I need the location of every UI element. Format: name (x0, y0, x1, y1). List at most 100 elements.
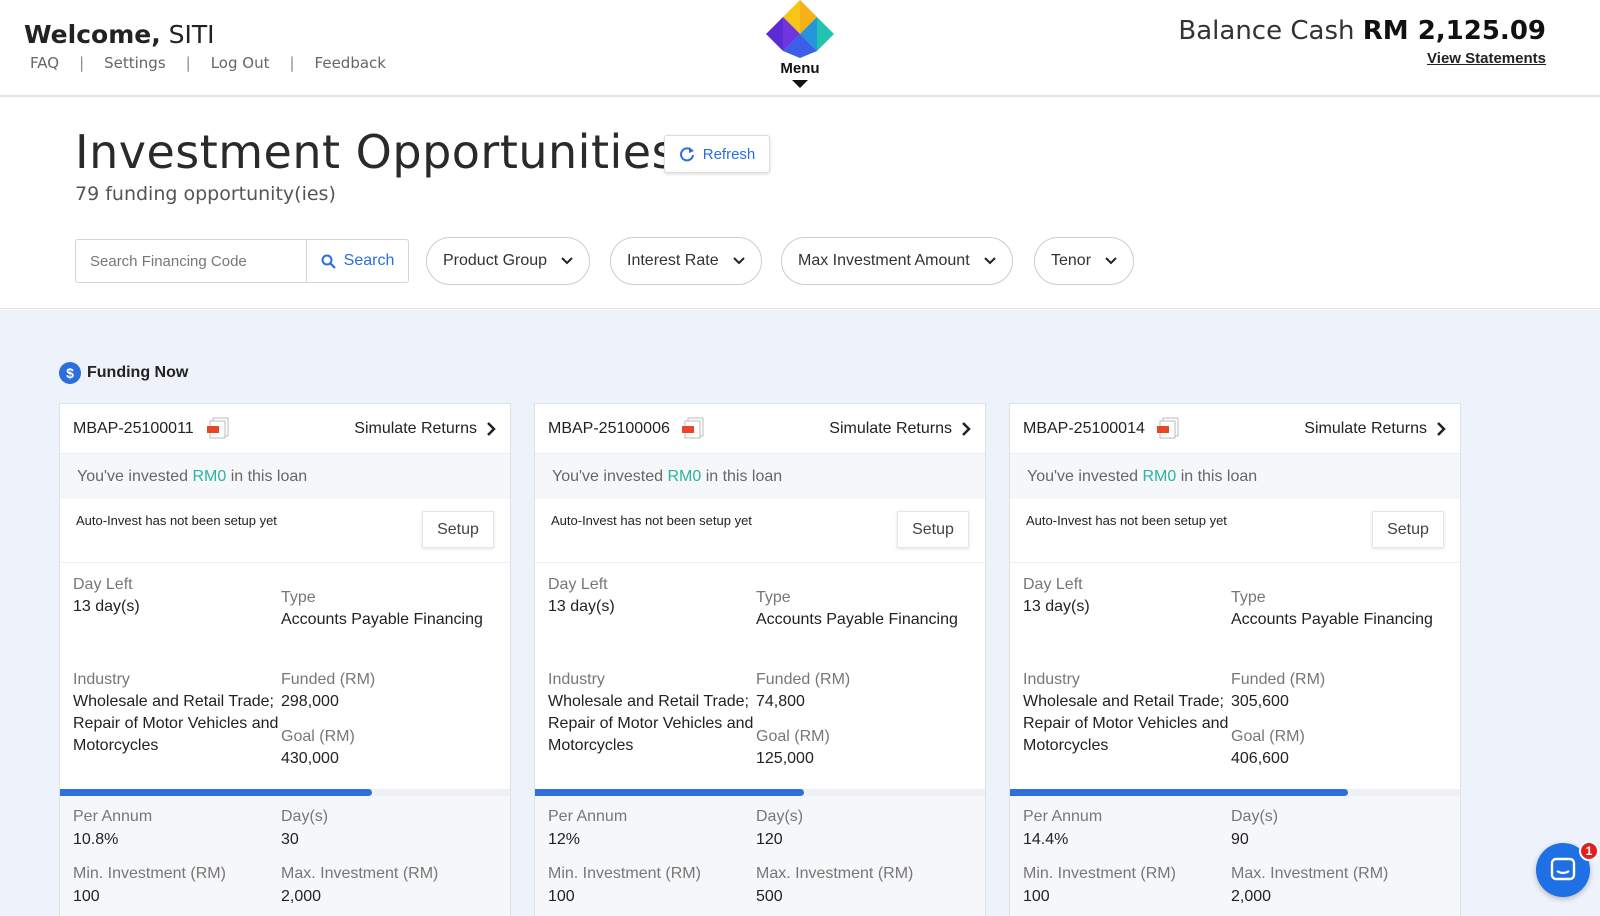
day-left-label: Day Left (1023, 576, 1083, 593)
auto-invest-status: Auto-Invest has not been setup yet (1026, 513, 1227, 528)
simulate-label: Simulate Returns (354, 420, 477, 437)
invested-prefix: You've invested (552, 468, 663, 485)
industry-label: Industry (73, 671, 130, 688)
refresh-icon (679, 147, 694, 162)
page-title: Investment Opportunities (75, 125, 677, 179)
day-left-value: 13 day(s) (73, 598, 140, 615)
filter-tenor[interactable]: Tenor (1034, 237, 1135, 285)
type-value: Accounts Payable Financing (1231, 611, 1433, 628)
min-investment-label: Min. Investment (RM) (73, 865, 226, 882)
filter-label: Product Group (443, 252, 548, 269)
industry-value: Wholesale and Retail Trade; Repair of Mo… (1023, 693, 1229, 754)
filter-label: Tenor (1051, 252, 1092, 269)
filter-max-investment-amount[interactable]: Max Investment Amount (781, 237, 1013, 285)
type-label: Type (281, 589, 316, 606)
day-left-value: 13 day(s) (1023, 598, 1090, 615)
funded-label: Funded (RM) (281, 671, 376, 688)
setup-button[interactable]: Setup (1372, 511, 1444, 548)
chevron-down-icon (983, 257, 996, 265)
faq-link[interactable]: FAQ (24, 54, 65, 72)
invested-suffix: in this loan (705, 468, 783, 485)
link-separator: | (79, 54, 85, 72)
min-investment-label: Min. Investment (RM) (548, 865, 701, 882)
pdf-icon[interactable] (681, 417, 705, 439)
feedback-link[interactable]: Feedback (309, 54, 392, 72)
setup-button[interactable]: Setup (422, 511, 494, 548)
max-investment-value: 2,000 (1231, 888, 1272, 905)
card-terms: Per Annum 12% Day(s) 120 Min. Investment… (535, 796, 985, 916)
card-terms: Per Annum 14.4% Day(s) 90 Min. Investmen… (1010, 796, 1460, 916)
min-investment-value: 100 (73, 888, 100, 905)
simulate-returns-link[interactable]: Simulate Returns (1304, 420, 1446, 438)
simulate-returns-link[interactable]: Simulate Returns (829, 420, 971, 438)
days-label: Day(s) (756, 808, 804, 825)
setup-button[interactable]: Setup (897, 511, 969, 548)
card-header: MBAP-25100014 Simulate Returns (1010, 404, 1460, 454)
search-button[interactable]: Search (307, 240, 408, 282)
refresh-label: Refresh (702, 145, 756, 163)
per-annum-value: 10.8% (73, 831, 119, 848)
filter-label: Interest Rate (627, 252, 719, 269)
link-separator: | (289, 54, 295, 72)
view-statements-link[interactable]: View Statements (1427, 50, 1546, 67)
balance-amount: RM 2,125.09 (1362, 16, 1546, 46)
menu-button[interactable]: Menu (765, 0, 835, 92)
max-investment-value: 2,000 (281, 888, 322, 905)
settings-link[interactable]: Settings (98, 54, 172, 72)
simulate-returns-link[interactable]: Simulate Returns (354, 420, 496, 438)
search-box: Search (75, 239, 409, 283)
funded-label: Funded (RM) (1231, 671, 1326, 688)
min-investment-value: 100 (1023, 888, 1050, 905)
type-value: Accounts Payable Financing (281, 611, 483, 628)
days-value: 30 (281, 831, 299, 848)
funded-value: 298,000 (281, 693, 339, 710)
card-terms: Per Annum 10.8% Day(s) 30 Min. Investmen… (60, 796, 510, 916)
search-input[interactable] (76, 240, 307, 282)
opportunity-card: MBAP-25100014 Simulate Returns You've in… (1009, 403, 1461, 916)
funding-progress-bar (535, 789, 985, 796)
goal-label: Goal (RM) (281, 728, 355, 745)
goal-label: Goal (RM) (1231, 728, 1305, 745)
min-investment-label: Min. Investment (RM) (1023, 865, 1176, 882)
pdf-icon[interactable] (1156, 417, 1180, 439)
filter-interest-rate[interactable]: Interest Rate (610, 237, 762, 285)
day-left-value: 13 day(s) (548, 598, 615, 615)
top-links: FAQ | Settings | Log Out | Feedback (24, 54, 392, 72)
refresh-button[interactable]: Refresh (664, 135, 770, 173)
link-separator: | (185, 54, 191, 72)
auto-invest-status: Auto-Invest has not been setup yet (551, 513, 752, 528)
invested-prefix: You've invested (1027, 468, 1138, 485)
auto-invest-status: Auto-Invest has not been setup yet (76, 513, 277, 528)
type-label: Type (1231, 589, 1266, 606)
dollar-icon: $ (59, 362, 81, 384)
per-annum-label: Per Annum (73, 808, 153, 825)
industry-value: Wholesale and Retail Trade; Repair of Mo… (73, 693, 279, 754)
min-investment-value: 100 (548, 888, 575, 905)
per-annum-label: Per Annum (548, 808, 628, 825)
days-value: 120 (756, 831, 783, 848)
goal-value: 430,000 (281, 750, 339, 767)
top-bar: Welcome, SITI FAQ | Settings | Log Out |… (0, 0, 1600, 97)
funding-progress-fill (1010, 789, 1349, 796)
section-title: Funding Now (87, 364, 189, 381)
pdf-icon[interactable] (206, 417, 230, 439)
days-value: 90 (1231, 831, 1249, 848)
chevron-right-icon (1437, 422, 1446, 436)
max-investment-label: Max. Investment (RM) (281, 865, 439, 882)
balance-cash: Balance Cash RM 2,125.09 (1178, 16, 1546, 46)
industry-label: Industry (1023, 671, 1080, 688)
filter-product-group[interactable]: Product Group (426, 237, 591, 285)
funding-progress-fill (535, 789, 805, 796)
simulate-label: Simulate Returns (1304, 420, 1427, 437)
logout-link[interactable]: Log Out (205, 54, 276, 72)
days-label: Day(s) (1231, 808, 1279, 825)
filter-label: Max Investment Amount (798, 252, 970, 269)
opportunity-card: MBAP-25100011 Simulate Returns You've in… (59, 403, 511, 916)
chevron-down-icon (732, 257, 745, 265)
funded-value: 305,600 (1231, 693, 1289, 710)
chevron-right-icon (962, 422, 971, 436)
day-left-label: Day Left (548, 576, 608, 593)
chevron-down-icon (561, 257, 573, 265)
day-left-label: Day Left (73, 576, 133, 593)
financing-code: MBAP-25100014 (1023, 420, 1145, 437)
